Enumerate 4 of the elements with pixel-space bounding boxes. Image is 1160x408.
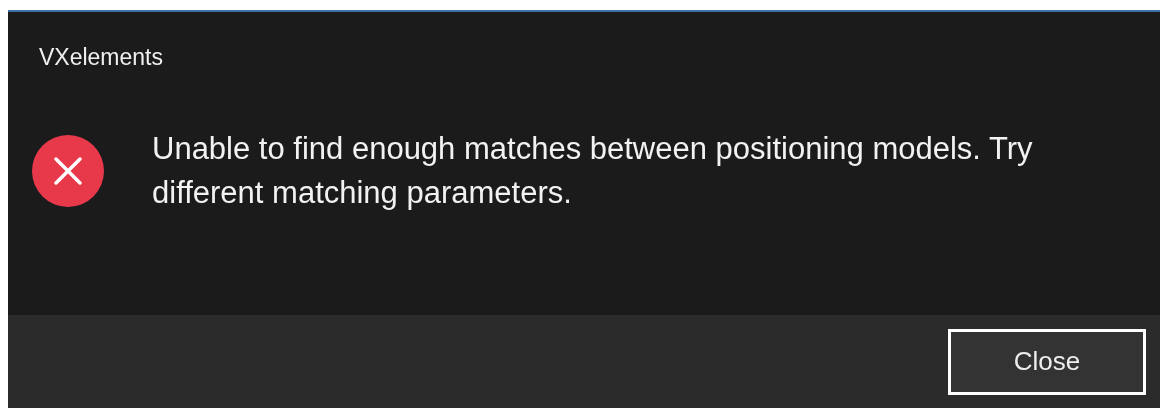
window-title: VXelements [39, 43, 163, 72]
error-icon [32, 134, 104, 207]
error-message: Unable to find enough matches between positioning models. Try different matching parameters. [152, 129, 1034, 212]
close-button[interactable]: Close [948, 328, 1146, 395]
